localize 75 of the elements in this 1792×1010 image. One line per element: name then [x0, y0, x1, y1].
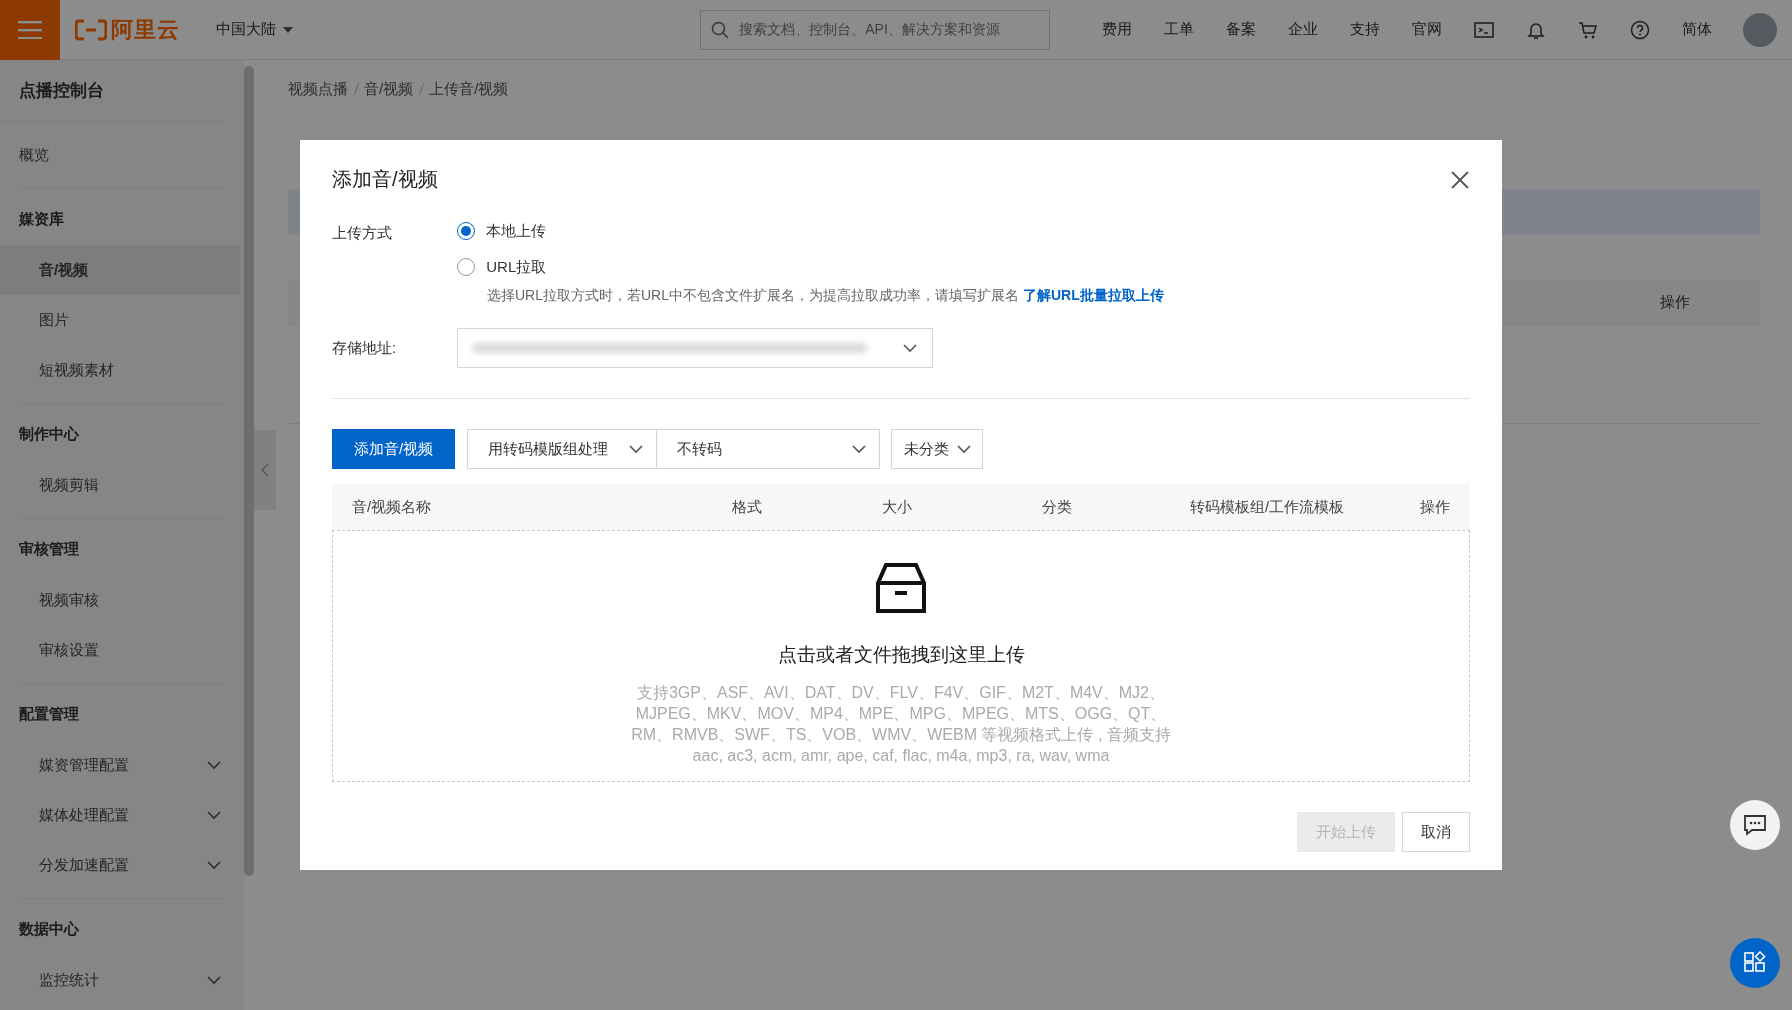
search-box[interactable]: 搜索文档、控制台、API、解决方案和资源 [700, 9, 1051, 50]
nav-link[interactable]: 费用 [1086, 18, 1148, 41]
sidebar-item[interactable]: 媒资管理配置 [0, 740, 240, 790]
sidebar-section-title: 数据中心 [19, 918, 80, 939]
close-icon [1450, 169, 1470, 190]
help-icon[interactable] [1630, 19, 1650, 40]
radio-button[interactable] [457, 222, 475, 241]
sidebar-title: 点播控制台 [0, 60, 222, 122]
breadcrumb-link[interactable]: 上传音/视频 [429, 78, 509, 101]
logo-icon [75, 18, 107, 41]
sidebar-item[interactable]: 监控统计 [0, 955, 240, 1005]
sidebar-item[interactable]: 视频审核 [0, 575, 240, 625]
field-label: 存储地址: [332, 337, 398, 358]
column-header: 分类 [1041, 496, 1073, 517]
format-text: 支持3GP、ASF、AVI、DAT、DV、FLV、F4V、GIF、M2T、M4V、MJ2、 [635, 682, 1166, 703]
column-header: 操作 [1419, 496, 1451, 517]
field-label: 上传方式 [332, 223, 393, 243]
breadcrumb-link[interactable]: 音/视频 [364, 78, 414, 101]
column-header: 转码模板组/工作流模板 [1188, 496, 1346, 517]
sidebar-item[interactable]: 媒体处理配置 [0, 790, 240, 840]
drop-zone-title: 点击或者文件拖拽到这里上传 [777, 643, 1025, 667]
column-header: 音/视频名称 [351, 496, 433, 517]
sidebar-item[interactable]: 审核设置 [0, 625, 240, 675]
menu-icon [18, 20, 42, 39]
region-selector[interactable]: 中国大陆 [215, 18, 294, 41]
search-icon [711, 20, 730, 39]
sidebar-item[interactable]: 图片 [0, 295, 240, 345]
radio-label[interactable]: 本地上传 [486, 220, 547, 243]
sidebar-item[interactable]: 视频剪辑 [0, 460, 240, 510]
column-header: 格式 [731, 496, 763, 517]
brand-name: 阿里云 [110, 16, 180, 44]
apps-button[interactable] [1730, 938, 1780, 988]
dropdown-select[interactable]: 未分类 [891, 429, 984, 469]
chevron-left-icon [260, 462, 270, 478]
column-header: 操作 [1660, 292, 1690, 313]
help-link[interactable]: 了解URL批量拉取上传 [1022, 287, 1164, 303]
chat-button[interactable] [1730, 800, 1780, 850]
radio-button[interactable] [457, 257, 475, 276]
sidebar-section-title: 媒资库 [19, 208, 65, 229]
radio-label[interactable]: URL拉取 [486, 255, 547, 278]
format-text: RM、RMVB、SWF、TS、VOB、WMV、WEBM 等视频格式上传 , 音频支持 [631, 724, 1171, 745]
nav-link[interactable]: 备案 [1210, 18, 1272, 41]
format-text: MJPEG、MKV、MOV、MP4、MPE、MPG、MPEG、MTS、OGG、QT、 [634, 703, 1168, 724]
nav-link[interactable]: 支持 [1334, 18, 1396, 41]
apps-icon [1743, 951, 1767, 975]
nav-link[interactable]: 企业 [1272, 18, 1334, 41]
nav-link[interactable]: 官网 [1396, 18, 1458, 41]
chat-icon [1743, 814, 1767, 836]
menu-button[interactable] [0, 0, 60, 60]
box-icon [874, 561, 928, 615]
column-header: 大小 [881, 496, 913, 517]
dropdown-select[interactable]: 用转码模版组处理 [467, 429, 658, 469]
add-media-button[interactable]: 添加音/视频 [332, 429, 456, 469]
sidebar-section-title: 配置管理 [19, 703, 80, 724]
terminal-icon[interactable] [1474, 19, 1494, 40]
collapse-handle[interactable] [254, 430, 276, 510]
hint-text: 选择URL拉取方式时，若URL中不包含文件扩展名，为提高拉取成功率，请填写扩展名 了解URL批量拉取上传 [487, 286, 1164, 305]
dialog-title: 添加音/视频 [332, 167, 438, 192]
search-field[interactable]: 搜索文档、控制台、API、解决方案和资源 [737, 18, 1040, 41]
sidebar-item[interactable]: 短视频素材 [0, 345, 240, 395]
cart-icon[interactable] [1578, 19, 1598, 40]
sidebar-item[interactable]: 音/视频 [0, 245, 240, 295]
breadcrumb-link[interactable]: 视频点播 [288, 78, 348, 101]
avatar[interactable] [1743, 12, 1777, 47]
format-text: aac, ac3, acm, amr, ape, caf, flac, m4a, mp3, ra, wav, wma [691, 745, 1111, 766]
dropdown-select[interactable]: 不转码 [656, 429, 881, 469]
nav-link[interactable]: 工单 [1148, 18, 1210, 41]
sidebar-item[interactable]: 概览 [0, 130, 240, 180]
caret-icon [283, 26, 294, 33]
sidebar-item[interactable]: 分发加速配置 [0, 840, 240, 890]
sidebar-section-title: 制作中心 [19, 423, 80, 444]
sidebar-section-title: 审核管理 [19, 538, 80, 559]
cancel-button[interactable]: 取消 [1402, 812, 1470, 852]
nav-link[interactable]: 简体 [1666, 18, 1728, 41]
scrollbar[interactable] [244, 66, 254, 876]
